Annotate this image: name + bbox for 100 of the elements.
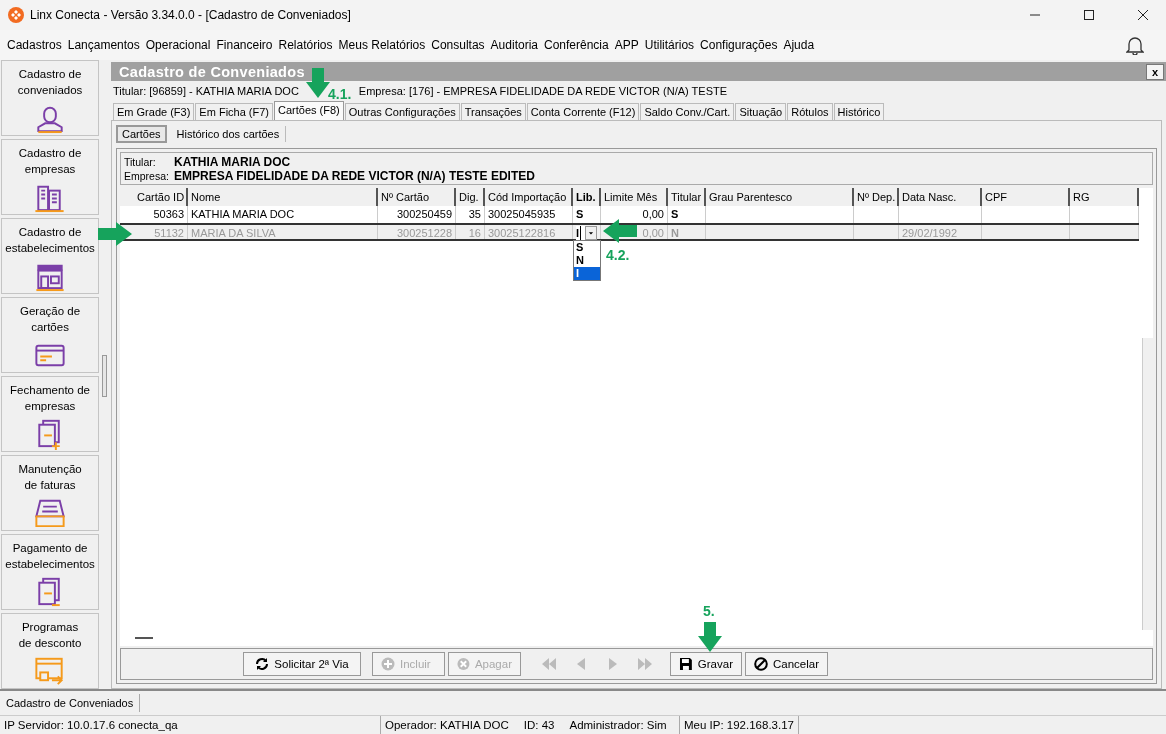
- column-header[interactable]: Grau Parentesco: [706, 188, 854, 206]
- menu-item[interactable]: Consultas: [428, 38, 488, 52]
- column-header[interactable]: RG: [1070, 188, 1139, 206]
- table-cell: 51132: [154, 227, 184, 239]
- table-cell: S: [576, 208, 584, 220]
- last-icon: [636, 657, 653, 671]
- tab[interactable]: Cartões (F8): [274, 101, 344, 120]
- toolbar-button[interactable]: Solicitar 2ª Via: [243, 652, 361, 676]
- sidebar-item[interactable]: Geração de cartões: [1, 297, 100, 373]
- table-cell: 29/02/1992: [902, 227, 958, 239]
- pointer-arrow: [98, 222, 132, 246]
- pointer-arrow: [603, 219, 637, 243]
- table-cell: 50363: [153, 208, 184, 220]
- column-header[interactable]: Lib.: [573, 188, 601, 206]
- sidebar-item[interactable]: Cadastro de empresas: [1, 139, 100, 215]
- step-label: 5.: [703, 603, 715, 619]
- splitter-handle[interactable]: [135, 637, 153, 639]
- column-header[interactable]: Limite Mês: [601, 188, 668, 206]
- menu-item[interactable]: Operacional: [142, 38, 214, 52]
- form-title: Cadastro de Conveniados: [118, 63, 306, 80]
- dropdown-field[interactable]: I: [576, 226, 597, 240]
- dropdown-option[interactable]: S: [574, 241, 600, 254]
- tab[interactable]: Transações: [460, 103, 526, 120]
- menu-item[interactable]: Utilitários: [641, 38, 698, 52]
- table-cell: 30025045935: [488, 208, 556, 220]
- tab[interactable]: Rótulos: [787, 103, 833, 120]
- toolbar-button[interactable]: Gravar: [670, 652, 742, 676]
- column-header[interactable]: CPF: [982, 188, 1070, 206]
- menu-item[interactable]: Configurações: [697, 38, 781, 52]
- empresa-label: Empresa:: [124, 169, 170, 183]
- cancel-icon: [754, 657, 768, 671]
- menu-item[interactable]: Meus Relatórios: [335, 38, 429, 52]
- menu-item[interactable]: Cadastros: [4, 38, 65, 52]
- pointer-arrow: [698, 622, 722, 652]
- table-cell: S: [671, 208, 679, 220]
- column-header[interactable]: Nome: [188, 188, 378, 206]
- toolbar-button[interactable]: Cancelar: [745, 652, 829, 676]
- status-text: Operador: KATHIA DOC: [385, 719, 509, 731]
- empresa-name: EMPRESA FIDELIDADE DA REDE VICTOR (N/A) TESTE EDITED: [174, 169, 535, 183]
- table-cell: 35: [468, 208, 481, 220]
- column-header[interactable]: Data Nasc.: [899, 188, 982, 206]
- caret-icon[interactable]: [585, 226, 597, 240]
- menu-item[interactable]: Ajuda: [780, 38, 818, 52]
- refresh-icon: [255, 657, 270, 671]
- app-logo-icon: [8, 7, 24, 23]
- dropdown-option[interactable]: I: [574, 267, 600, 280]
- x-circle-icon: [457, 657, 470, 671]
- column-header[interactable]: Titular: [668, 188, 706, 206]
- status-text: Meu IP: 192.168.3.17: [684, 719, 794, 731]
- first-icon: [540, 657, 557, 671]
- menu-item[interactable]: Relatórios: [275, 38, 336, 52]
- tab[interactable]: Saldo Conv./Cart.: [640, 103, 735, 120]
- subtab[interactable]: Cartões: [116, 125, 167, 143]
- column-header[interactable]: Nº Dep.: [854, 188, 899, 206]
- table-cell: 30025122816: [488, 227, 556, 239]
- table-cell: 300251228: [396, 227, 452, 239]
- status-text: IP Servidor: 10.0.17.6 conecta_qa: [4, 719, 178, 731]
- tab[interactable]: Conta Corrente (F12): [526, 103, 640, 120]
- scrollbar[interactable]: [1142, 338, 1153, 630]
- table-cell: 0,00: [642, 227, 664, 239]
- column-header[interactable]: Nº Cartão: [378, 188, 456, 206]
- menu-item[interactable]: Financeiro: [213, 38, 276, 52]
- status-text: ID: 43: [523, 719, 555, 731]
- maximize-icon[interactable]: [1084, 10, 1094, 20]
- status-text: Administrador: Sim: [569, 719, 667, 731]
- sidebar-item[interactable]: Pagamento de estabelecimentos: [1, 534, 100, 610]
- tab[interactable]: Situação: [735, 103, 787, 120]
- notification-bell-icon[interactable]: [1126, 35, 1144, 55]
- tab[interactable]: Histórico: [833, 103, 885, 120]
- titular-info: Titular: [96859] - KATHIA MARIA DOC: [113, 85, 299, 97]
- sidebar-item[interactable]: Programas de desconto: [1, 613, 100, 689]
- window-title: Linx Conecta - Versão 3.34.0.0 - [Cadastro de Conveniados]: [30, 8, 351, 22]
- window-tab[interactable]: Cadastro de Conveniados: [0, 694, 141, 712]
- empresa-info: Empresa: [176] - EMPRESA FIDELIDADE DA REDE VICTOR (N/A) TESTE: [358, 85, 728, 97]
- menu-item[interactable]: Lançamentos: [64, 38, 143, 52]
- scrollbar-thumb[interactable]: [102, 355, 107, 397]
- close-button[interactable]: x: [1146, 63, 1164, 80]
- sidebar-item[interactable]: Fechamento de empresas: [1, 376, 100, 452]
- column-header[interactable]: Dig.: [456, 188, 485, 206]
- subtab[interactable]: Histórico dos cartões: [170, 126, 287, 142]
- titular-label: Titular:: [124, 155, 157, 169]
- table-cell: 0,00: [642, 208, 664, 220]
- sidebar-item[interactable]: Manutenção de faturas: [1, 455, 100, 531]
- table-cell: 300250459: [396, 208, 452, 220]
- menu-item[interactable]: APP: [611, 38, 642, 52]
- step-label: 4.1.: [328, 86, 352, 102]
- sidebar-item[interactable]: Cadastro de conveniados: [1, 60, 100, 136]
- sidebar-item[interactable]: Cadastro de estabelecimentos: [1, 218, 100, 294]
- table-cell: N: [671, 227, 679, 239]
- tab[interactable]: Em Ficha (F7): [195, 103, 274, 120]
- menu-item[interactable]: Conferência: [541, 38, 612, 52]
- plus-icon: [381, 657, 395, 671]
- column-header[interactable]: Cód Importação: [485, 188, 573, 206]
- step-label: 4.2.: [606, 247, 630, 263]
- dropdown-option[interactable]: N: [574, 254, 600, 267]
- column-header[interactable]: Cartão ID: [134, 188, 188, 206]
- menu-item[interactable]: Auditoria: [487, 38, 541, 52]
- tab[interactable]: Outras Configurações: [344, 103, 460, 120]
- close-icon[interactable]: [1138, 10, 1148, 20]
- tab[interactable]: Em Grade (F3): [113, 103, 195, 120]
